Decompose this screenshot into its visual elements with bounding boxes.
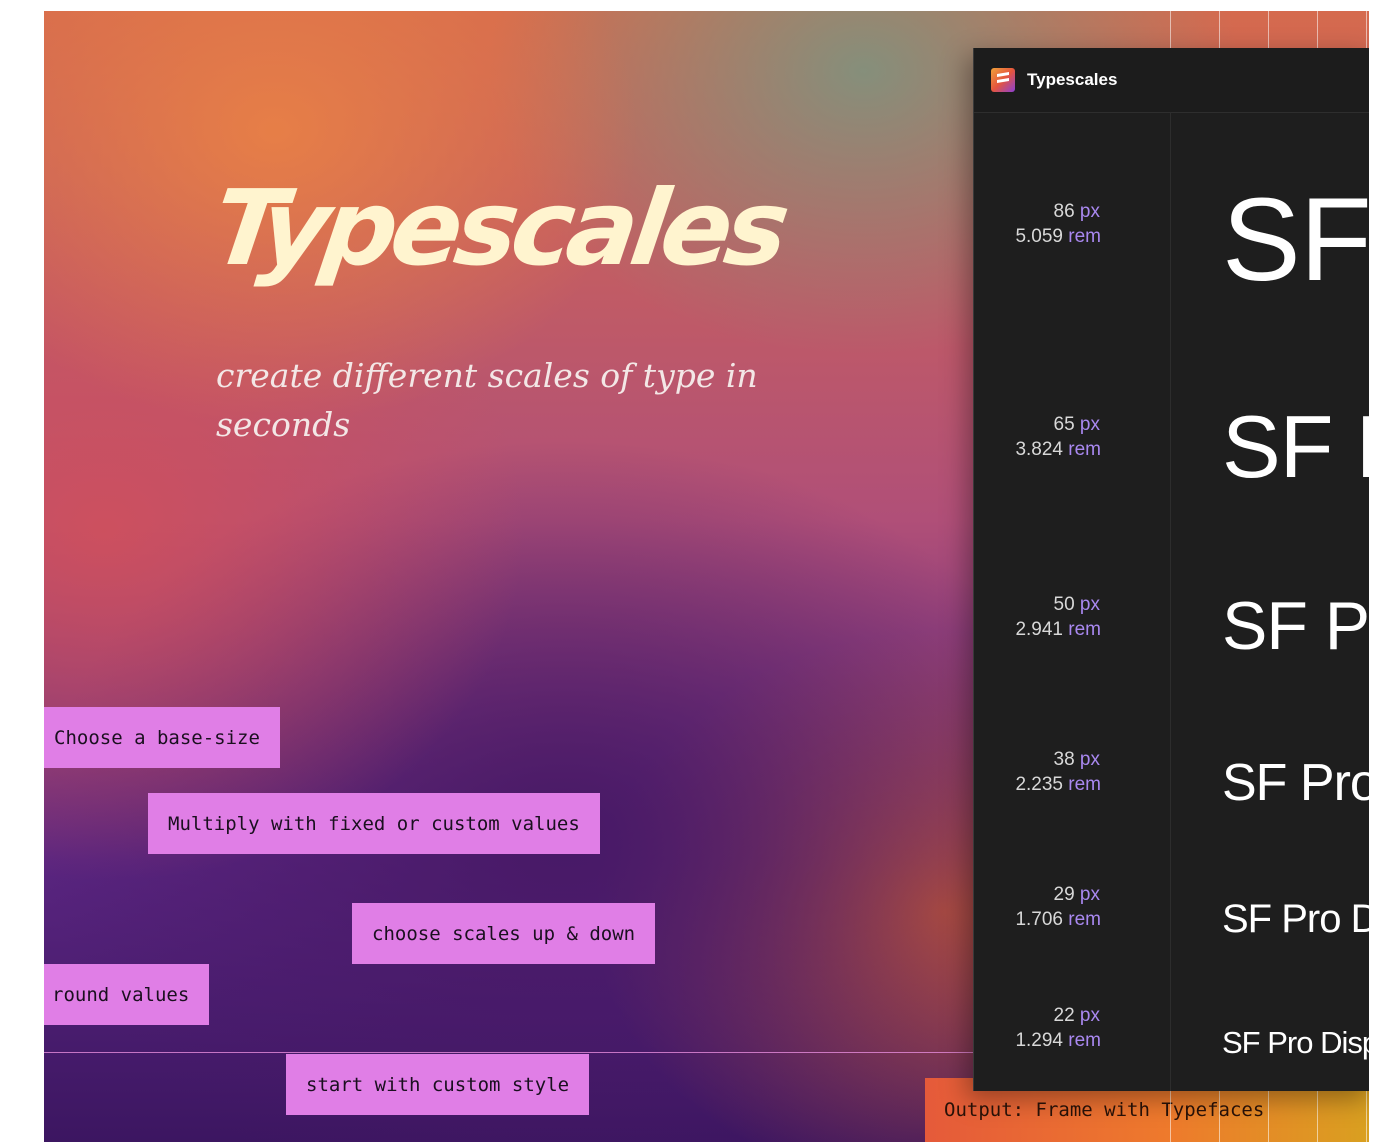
- px-unit: px: [1079, 1005, 1100, 1026]
- type-sample-22: SF Pro Disp: [1222, 1025, 1369, 1060]
- type-sample-38: SF Pro: [1222, 754, 1369, 812]
- px-unit: px: [1079, 594, 1100, 615]
- size-label-65: 65 px 3.824 rem: [974, 412, 1164, 462]
- rem-unit: rem: [1068, 226, 1101, 247]
- px-unit: px: [1079, 749, 1100, 770]
- px-value: 29: [1053, 884, 1075, 905]
- size-label-22: 22 px 1.294 rem: [974, 1003, 1164, 1053]
- tag-multiply: Multiply with fixed or custom values: [148, 793, 600, 854]
- hero-subtitle: create different scales of type in secon…: [216, 356, 758, 444]
- size-label-50: 50 px 2.941 rem: [974, 592, 1164, 642]
- px-value: 22: [1053, 1005, 1075, 1026]
- typescales-plugin-icon: [991, 68, 1015, 92]
- type-sample-29: SF Pro D: [1222, 897, 1369, 941]
- tag-custom-style: start with custom style: [286, 1054, 590, 1115]
- rem-unit: rem: [1068, 774, 1101, 795]
- px-value: 50: [1053, 594, 1075, 615]
- rem-unit: rem: [1068, 439, 1101, 460]
- px-value: 38: [1053, 749, 1075, 770]
- rem-value: 5.059: [1015, 226, 1063, 247]
- tag-scales-up-down: choose scales up & down: [352, 903, 656, 964]
- tag-round-values: round values: [44, 964, 210, 1025]
- column-divider: [1170, 112, 1171, 1091]
- tag-base-size: Choose a base-size: [44, 707, 280, 768]
- typescales-panel: Typescales 86 px 5.059 rem SF 65 px 3.82…: [973, 48, 1369, 1091]
- rem-value: 3.824: [1015, 439, 1063, 460]
- rem-unit: rem: [1068, 909, 1101, 930]
- size-label-38: 38 px 2.235 rem: [974, 747, 1164, 797]
- panel-title: Typescales: [1027, 70, 1118, 89]
- px-value: 65: [1053, 414, 1075, 435]
- type-sample-65: SF F: [1222, 397, 1369, 496]
- px-unit: px: [1079, 884, 1100, 905]
- rem-unit: rem: [1068, 1030, 1101, 1051]
- panel-header[interactable]: Typescales: [974, 48, 1369, 113]
- size-label-86: 86 px 5.059 rem: [974, 199, 1164, 249]
- rem-value: 2.941: [1015, 619, 1063, 640]
- divider-line: [44, 1052, 984, 1053]
- hero-title: Typescales: [205, 167, 791, 289]
- rem-value: 1.706: [1015, 909, 1063, 930]
- rem-value: 1.294: [1015, 1030, 1063, 1051]
- rem-unit: rem: [1068, 619, 1101, 640]
- px-unit: px: [1079, 201, 1100, 222]
- px-unit: px: [1079, 414, 1100, 435]
- rem-value: 2.235: [1015, 774, 1063, 795]
- grid-lines-top: [1170, 11, 1369, 51]
- size-label-29: 29 px 1.706 rem: [974, 882, 1164, 932]
- gradient-background: Typescales create different scales of ty…: [44, 11, 1369, 1142]
- px-value: 86: [1053, 201, 1075, 222]
- type-sample-86: SF: [1222, 174, 1369, 306]
- type-sample-50: SF Pr: [1222, 588, 1369, 664]
